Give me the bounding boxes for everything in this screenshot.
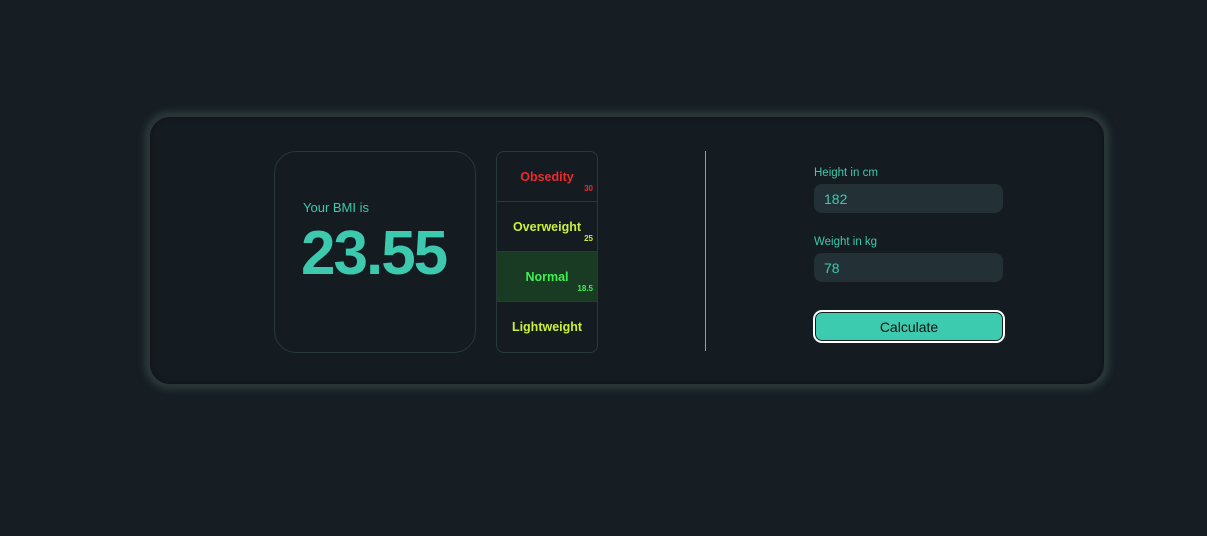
scale-threshold: 18.5 (577, 284, 593, 293)
scale-row-obesity: Obsedity 30 (497, 152, 597, 202)
scale-threshold: 25 (584, 234, 593, 243)
calculate-button[interactable]: Calculate (813, 310, 1005, 343)
height-input[interactable] (814, 184, 1003, 213)
scale-row-overweight: Overweight 25 (497, 202, 597, 252)
scale-row-normal: Normal 18.5 (497, 252, 597, 302)
height-label: Height in cm (814, 167, 878, 179)
scale-name: Overweight (512, 219, 582, 234)
scale-name: Lightweight (511, 320, 583, 334)
weight-label: Weight in kg (814, 236, 878, 248)
bmi-result-value: 23.55 (301, 219, 448, 288)
scale-name: Normal (525, 269, 569, 284)
bmi-result-label: Your BMI is (303, 200, 369, 215)
scale-threshold: 30 (584, 184, 593, 193)
vertical-divider (705, 151, 706, 351)
weight-input[interactable] (814, 253, 1003, 282)
bmi-scale: Obsedity 30 Overweight 25 Normal 18.5 Li… (496, 151, 598, 353)
scale-row-lightweight: Lightweight (497, 302, 597, 352)
bmi-result-box: Your BMI is 23.55 (274, 151, 476, 353)
scale-name: Obsedity (520, 169, 574, 184)
bmi-card: Your BMI is 23.55 Obsedity 30 Overweight… (148, 115, 1106, 386)
